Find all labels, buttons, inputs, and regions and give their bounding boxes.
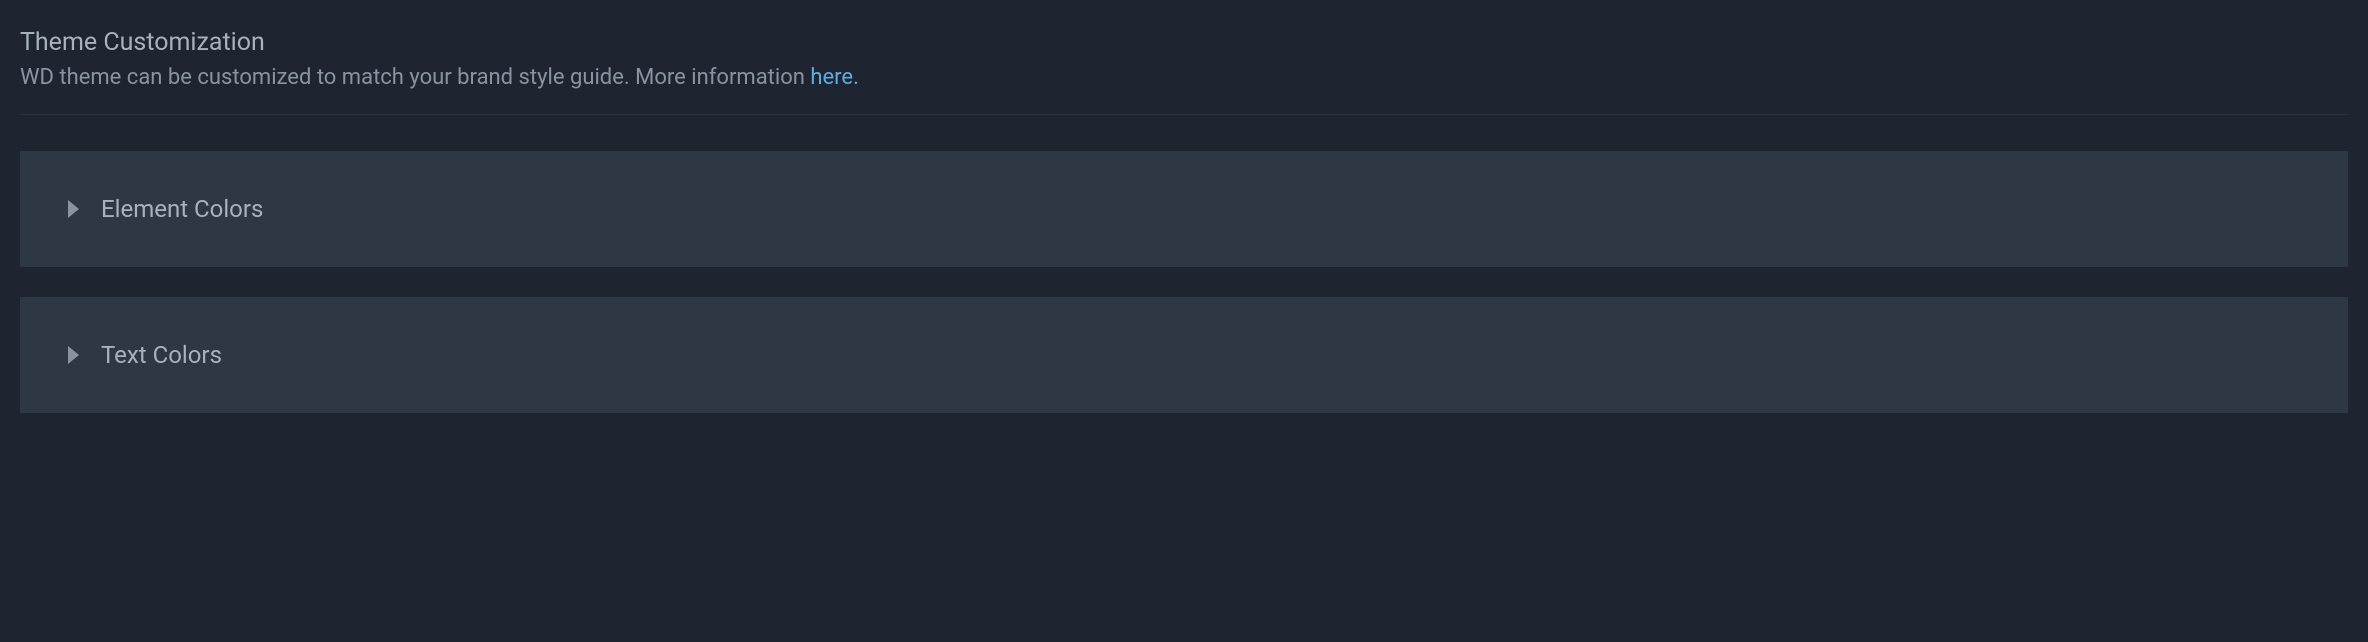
chevron-right-icon: [68, 346, 79, 364]
divider: [20, 114, 2348, 115]
panel-description: WD theme can be customized to match your…: [20, 65, 2348, 90]
theme-customization-panel: Theme Customization WD theme can be cust…: [0, 0, 2368, 463]
description-text: WD theme can be customized to match your…: [20, 65, 810, 90]
accordion-element-colors[interactable]: Element Colors: [20, 151, 2348, 267]
more-info-link[interactable]: here.: [810, 65, 859, 90]
accordion-label: Text Colors: [101, 341, 222, 369]
accordion-label: Element Colors: [101, 195, 263, 223]
chevron-right-icon: [68, 200, 79, 218]
panel-title: Theme Customization: [20, 28, 2348, 57]
accordion-text-colors[interactable]: Text Colors: [20, 297, 2348, 413]
